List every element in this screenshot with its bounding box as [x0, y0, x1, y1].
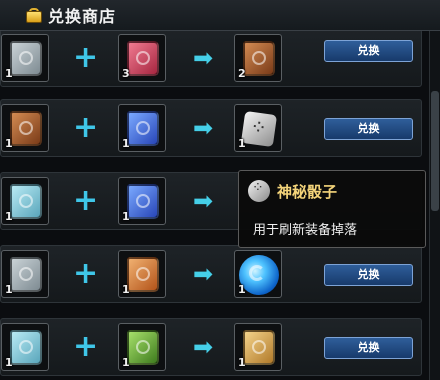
item-quantity: 1 [238, 283, 246, 296]
plus-icon: + [73, 256, 99, 291]
arrow-right-icon: ➡ [193, 260, 214, 288]
item-quantity: 1 [5, 210, 13, 223]
item-quantity: 1 [5, 137, 13, 150]
exchange-button[interactable]: 兑换 [324, 118, 413, 140]
item-quantity: 1 [122, 137, 130, 150]
item-quantity: 1 [122, 283, 130, 296]
dice-icon [248, 180, 270, 202]
input-slot[interactable]: 1 [1, 34, 49, 82]
gold-book-icon [243, 330, 275, 365]
exchange-row: 1 + 3 ➡ 2 兑换 [0, 31, 422, 87]
gray-book-icon [10, 257, 42, 292]
output-slot[interactable]: 1 [234, 323, 282, 371]
item-tooltip: 神秘骰子 用于刷新装备掉落 [238, 170, 426, 248]
input-slot[interactable]: 3 [118, 34, 166, 82]
arrow-right-icon: ➡ [193, 44, 214, 72]
input-slot[interactable]: 1 [118, 250, 166, 298]
teal-book-icon [10, 184, 42, 219]
gray-book-icon [10, 41, 42, 76]
arrow-right-icon: ➡ [193, 333, 214, 361]
input-slot[interactable]: 1 [1, 250, 49, 298]
item-quantity: 1 [238, 356, 246, 369]
blue-book-icon [127, 184, 159, 219]
item-quantity: 1 [122, 210, 130, 223]
output-slot[interactable]: 1 [234, 104, 282, 152]
dice-icon [240, 110, 278, 148]
tooltip-item-description: 用于刷新装备掉落 [253, 223, 358, 238]
item-quantity: 1 [5, 356, 13, 369]
green-book-icon [127, 330, 159, 365]
input-slot[interactable]: 1 [1, 104, 49, 152]
item-quantity: 1 [122, 356, 130, 369]
shop-bag-icon [26, 7, 42, 23]
item-quantity: 1 [238, 137, 246, 150]
item-quantity: 2 [238, 67, 246, 80]
arrow-right-icon: ➡ [193, 114, 214, 142]
scrollbar[interactable] [429, 31, 440, 380]
plus-icon: + [73, 110, 99, 145]
orange-book-icon [127, 257, 159, 292]
input-slot[interactable]: 1 [118, 323, 166, 371]
plus-icon: + [73, 329, 99, 364]
exchange-row: 1 + 1 ➡ 1 兑换 [0, 318, 422, 376]
output-slot[interactable]: 2 [234, 34, 282, 82]
exchange-button[interactable]: 兑换 [324, 337, 413, 359]
exchange-row: 1 + 1 ➡ 1 兑换 [0, 245, 422, 303]
plus-icon: + [73, 40, 99, 75]
exchange-button[interactable]: 兑换 [324, 40, 413, 62]
brown-book-icon [10, 111, 42, 146]
input-slot[interactable]: 1 [118, 104, 166, 152]
output-slot[interactable]: 1 [234, 250, 282, 298]
plus-icon: + [73, 183, 99, 218]
red-book-icon [127, 41, 159, 76]
item-quantity: 1 [5, 67, 13, 80]
tooltip-item-name: 神秘骰子 [277, 183, 338, 201]
input-slot[interactable]: 1 [1, 323, 49, 371]
teal-book-icon [10, 330, 42, 365]
arrow-right-icon: ➡ [193, 187, 214, 215]
exchange-row: 1 + 1 ➡ 1 兑换 [0, 99, 422, 157]
item-quantity: 3 [122, 67, 130, 80]
scroll-thumb[interactable] [431, 91, 439, 211]
blue-book-icon [127, 111, 159, 146]
exchange-button[interactable]: 兑换 [324, 264, 413, 286]
brown-book-icon [243, 41, 275, 76]
input-slot[interactable]: 1 [118, 177, 166, 225]
title-bar: 兑换商店 [0, 0, 440, 31]
input-slot[interactable]: 1 [1, 177, 49, 225]
item-quantity: 1 [5, 283, 13, 296]
window-title: 兑换商店 [48, 7, 117, 26]
